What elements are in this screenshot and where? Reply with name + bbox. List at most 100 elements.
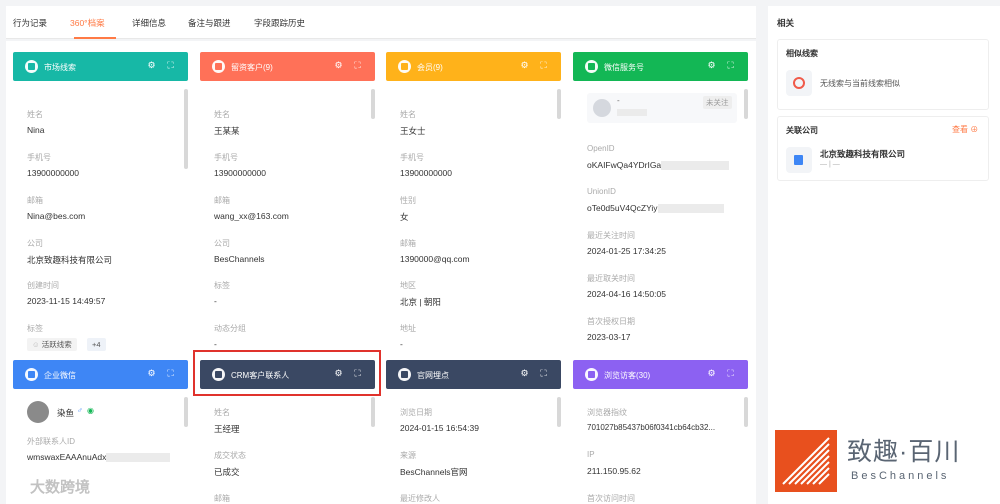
scrollbar[interactable]: [744, 89, 748, 119]
wechat-icon: [585, 60, 598, 73]
brand-logo: 致趣·百川 BesChannels: [775, 430, 995, 496]
field-label: 手机号: [400, 153, 424, 162]
field-value: 北京 | 朝阳: [400, 297, 441, 307]
field-value: BesChannels官网: [400, 467, 468, 477]
contact-card-icon: [212, 60, 225, 73]
card-title: 留资客户(9): [231, 63, 273, 72]
crown-icon: [398, 60, 411, 73]
scrollbar[interactable]: [371, 89, 375, 119]
company-sub: — | —: [820, 161, 840, 168]
expand-icon[interactable]: ⛶: [539, 61, 548, 70]
field-label: 外部联系人ID: [27, 437, 75, 446]
card-market-leads: 市场线索 ⚙ ⛶ 姓名 Nina 手机号 13900000000 邮箱 Nina…: [13, 52, 188, 353]
expand-icon[interactable]: ⛶: [353, 369, 362, 378]
field-value: 2023-11-15 14:49:57: [27, 296, 106, 306]
tag-more[interactable]: +4: [87, 338, 106, 351]
contact-name: 染鱼: [57, 408, 75, 418]
settings-icon[interactable]: ⚙: [707, 369, 716, 378]
radar-icon: [786, 70, 812, 96]
field-label: 邮箱: [27, 196, 43, 205]
tab-details[interactable]: 详细信息: [132, 17, 166, 29]
card-title: 微信服务号: [604, 63, 644, 72]
field-label: 手机号: [27, 153, 51, 162]
card-crm-contact: CRM客户联系人 ⚙ ⛶ 姓名 王经理 成交状态 已成交 邮箱: [200, 360, 375, 504]
settings-icon[interactable]: ⚙: [707, 61, 716, 70]
tab-behavior[interactable]: 行为记录: [13, 17, 47, 29]
field-label: 标签: [214, 281, 230, 290]
cards-area: 市场线索 ⚙ ⛶ 姓名 Nina 手机号 13900000000 邮箱 Nina…: [6, 41, 756, 504]
user-icon: ☺: [32, 340, 42, 349]
tab-360-profile[interactable]: 360°档案: [70, 17, 105, 29]
field-label: 地区: [400, 281, 416, 290]
tab-bar: 行为记录 360°档案 详细信息 备注与跟进 字段跟踪历史: [6, 6, 756, 39]
card-wechat-service: 微信服务号 ⚙ ⛶ - 未关注 OpenID oKAIFwQa4YDrIGa U…: [573, 52, 748, 353]
field-value: 13900000000: [27, 168, 80, 178]
field-value: 王某某: [214, 126, 240, 136]
field-label: UnionID: [587, 187, 616, 196]
settings-icon[interactable]: ⚙: [334, 61, 343, 70]
field-label: 邮箱: [400, 239, 416, 248]
expand-icon[interactable]: ⛶: [726, 369, 735, 378]
tab-notes[interactable]: 备注与跟进: [188, 17, 231, 29]
avatar: [593, 99, 611, 117]
field-value: 王女士: [400, 126, 426, 136]
panel-title: 关联公司: [786, 126, 818, 135]
card-title: 企业微信: [44, 371, 76, 380]
field-label: 成交状态: [214, 451, 246, 460]
chat-icon: [25, 60, 38, 73]
main-area: 行为记录 360°档案 详细信息 备注与跟进 字段跟踪历史 市场线索 ⚙ ⛶ 姓…: [0, 0, 762, 504]
field-label: 公司: [27, 239, 43, 248]
panel-title: 相似线索: [786, 49, 818, 58]
field-label: OpenID: [587, 144, 615, 153]
scrollbar[interactable]: [557, 89, 561, 119]
similar-leads-panel: 相似线索 无线索与当前线索相似: [777, 39, 989, 110]
field-label: 姓名: [400, 110, 416, 119]
sidebar-title: 相关: [777, 18, 795, 28]
field-label: 手机号: [214, 153, 238, 162]
scrollbar[interactable]: [744, 397, 748, 427]
field-value: oTe0d5uV4QcZYiy: [587, 203, 724, 214]
field-value: 2024-01-25 17:34:25: [587, 246, 666, 256]
field-label: 公司: [214, 239, 230, 248]
field-label: 浏览器指纹: [587, 408, 627, 417]
view-link[interactable]: 查看 ⊕: [952, 124, 978, 135]
field-value: 13900000000: [400, 168, 453, 178]
settings-icon[interactable]: ⚙: [334, 369, 343, 378]
watermark: 大数跨境: [30, 479, 91, 496]
settings-icon[interactable]: ⚙: [520, 369, 529, 378]
expand-icon[interactable]: ⛶: [726, 61, 735, 70]
field-value: 女: [400, 212, 409, 222]
expand-icon[interactable]: ⛶: [539, 369, 548, 378]
settings-icon[interactable]: ⚙: [147, 369, 156, 378]
field-value: BesChannels: [214, 254, 265, 264]
card-header: 官网埋点 ⚙ ⛶: [386, 360, 561, 389]
card-member: 会员(9) ⚙ ⛶ 姓名 王女士 手机号 13900000000 性别 女 邮箱…: [386, 52, 561, 353]
wechat-icon: ◉: [87, 406, 94, 415]
scrollbar[interactable]: [371, 397, 375, 427]
scrollbar[interactable]: [557, 397, 561, 427]
card-header: 浏览访客(30) ⚙ ⛶: [573, 360, 748, 389]
card-title: 会员(9): [417, 63, 443, 72]
card-header: 企业微信 ⚙ ⛶: [13, 360, 188, 389]
field-label: 最近取关时间: [587, 274, 635, 283]
expand-icon[interactable]: ⛶: [166, 369, 175, 378]
expand-icon[interactable]: ⛶: [353, 61, 362, 70]
card-title: 浏览访客(30): [604, 371, 651, 380]
scrollbar[interactable]: [184, 89, 188, 169]
field-value: 2023-03-17: [587, 332, 631, 342]
card-website-tracking: 官网埋点 ⚙ ⛶ 浏览日期 2024-01-15 16:54:39 来源 Bes…: [386, 360, 561, 504]
field-value: 北京致趣科技有限公司: [27, 255, 113, 265]
card-header: CRM客户联系人 ⚙ ⛶: [200, 360, 375, 389]
settings-icon[interactable]: ⚙: [520, 61, 529, 70]
masked-text: [617, 109, 647, 116]
field-value: oKAIFwQa4YDrIGa: [587, 160, 730, 171]
field-label: 首次访问时间: [587, 494, 635, 503]
settings-icon[interactable]: ⚙: [147, 61, 156, 70]
company-name[interactable]: 北京致趣科技有限公司: [820, 148, 905, 160]
expand-icon[interactable]: ⛶: [166, 61, 175, 70]
tag-active-lead: ☺ 活跃线索: [27, 338, 77, 351]
scrollbar[interactable]: [184, 397, 188, 427]
tab-field-history[interactable]: 字段跟踪历史: [254, 17, 305, 29]
card-header: 留资客户(9) ⚙ ⛶: [200, 52, 375, 81]
card-visitors: 浏览访客(30) ⚙ ⛶ 浏览器指纹 701027b85437b06f0341c…: [573, 360, 748, 504]
